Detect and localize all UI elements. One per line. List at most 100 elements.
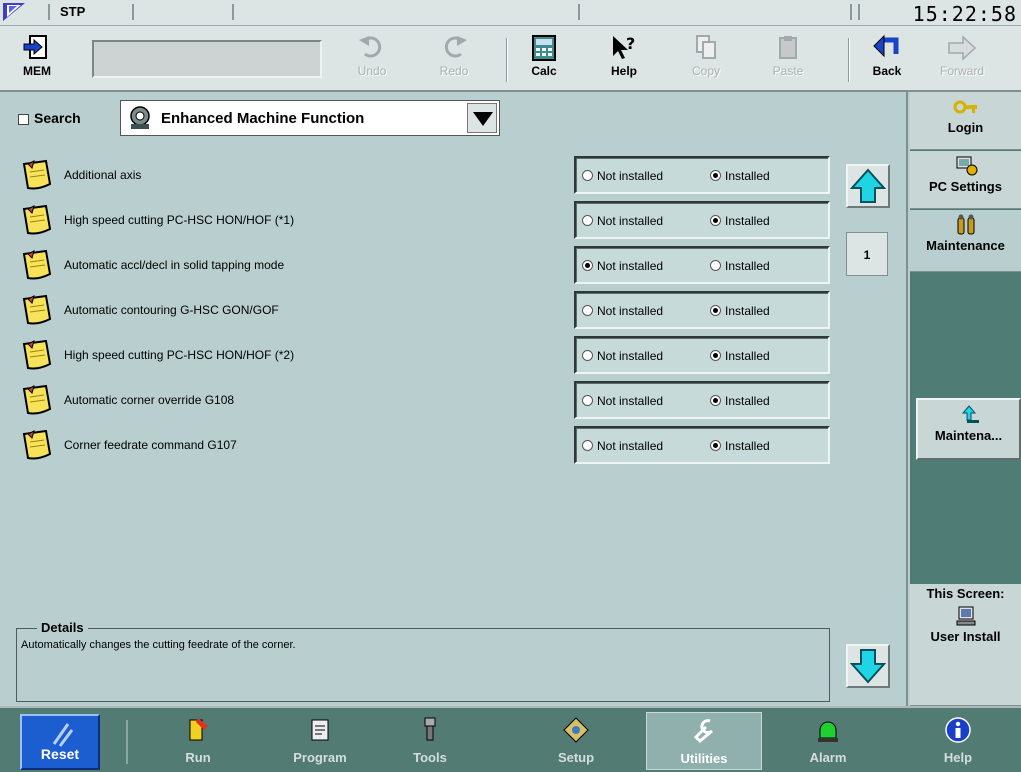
radio-not-installed-label: Not installed bbox=[597, 304, 664, 318]
nav-run[interactable]: Run bbox=[148, 712, 248, 770]
key-icon bbox=[953, 100, 977, 114]
radio-not-installed-label: Not installed bbox=[597, 394, 664, 408]
help-button[interactable]: ? Help bbox=[598, 32, 650, 88]
note-icon bbox=[22, 339, 52, 370]
command-input-field[interactable] bbox=[92, 40, 322, 78]
nav-separator bbox=[126, 720, 128, 764]
radio-not-installed[interactable]: Not installed bbox=[582, 394, 663, 408]
note-icon bbox=[22, 159, 52, 190]
install-radio-group: Not installed Installed bbox=[574, 426, 830, 464]
radio-not-installed[interactable]: Not installed bbox=[582, 439, 663, 453]
feature-name: High speed cutting PC-HSC HON/HOF (*1) bbox=[64, 213, 295, 227]
radio-icon bbox=[582, 395, 593, 406]
up-arrow-icon bbox=[849, 168, 887, 203]
login-button[interactable]: Login bbox=[910, 92, 1021, 150]
radio-installed[interactable]: Installed bbox=[710, 169, 770, 183]
radio-installed[interactable]: Installed bbox=[710, 214, 770, 228]
run-icon bbox=[189, 718, 208, 741]
radio-installed-label: Installed bbox=[725, 349, 770, 363]
radio-icon bbox=[582, 215, 593, 226]
install-radio-group: Not installed Installed bbox=[574, 156, 830, 194]
status-separator bbox=[578, 4, 580, 20]
radio-icon bbox=[710, 215, 721, 226]
page-number: 1 bbox=[846, 232, 888, 276]
forward-arrow-icon bbox=[948, 35, 977, 61]
radio-icon bbox=[710, 350, 721, 361]
radio-installed[interactable]: Installed bbox=[710, 304, 770, 318]
status-bar: STP 15:22:58 bbox=[0, 0, 1021, 26]
svg-text:?: ? bbox=[626, 34, 635, 53]
search-label: Search bbox=[34, 110, 81, 126]
radio-not-installed[interactable]: Not installed bbox=[582, 169, 663, 183]
feature-name: Automatic corner override G108 bbox=[64, 393, 235, 407]
paste-button[interactable]: Paste bbox=[762, 32, 814, 88]
bottom-navbar: Reset Run Program Tools Setup Utilities … bbox=[0, 706, 1021, 772]
nav-setup[interactable]: Setup bbox=[526, 712, 626, 770]
wrench-icon bbox=[693, 719, 714, 744]
feature-row: Automatic corner override G108 Not instal… bbox=[20, 381, 832, 421]
note-icon bbox=[22, 249, 52, 280]
scroll-up-button[interactable] bbox=[846, 164, 890, 208]
category-dropdown[interactable]: Enhanced Machine Function bbox=[120, 100, 500, 136]
nav-utilities[interactable]: Utilities bbox=[646, 712, 762, 770]
program-icon bbox=[311, 719, 329, 741]
install-radio-group: Not installed Installed bbox=[574, 201, 830, 239]
install-radio-group: Not installed Installed bbox=[574, 246, 830, 284]
radio-not-installed[interactable]: Not installed bbox=[582, 304, 663, 318]
nav-program[interactable]: Program bbox=[270, 712, 370, 770]
maintena-sub-button[interactable]: Maintena... bbox=[916, 398, 1021, 460]
install-radio-group: Not installed Installed bbox=[574, 291, 830, 329]
dropdown-selected-value: Enhanced Machine Function bbox=[161, 110, 365, 127]
radio-not-installed[interactable]: Not installed bbox=[582, 214, 663, 228]
radio-installed[interactable]: Installed bbox=[710, 349, 770, 363]
radio-not-installed-label: Not installed bbox=[597, 349, 664, 363]
this-screen-label: This Screen: bbox=[926, 586, 1005, 601]
scroll-down-button[interactable] bbox=[846, 644, 890, 688]
radio-icon bbox=[710, 170, 721, 181]
feature-row: Additional axis Not installed Installed bbox=[20, 156, 832, 196]
mem-button[interactable]: MEM bbox=[10, 32, 64, 88]
maintenance-icon bbox=[957, 214, 974, 235]
copy-button[interactable]: Copy bbox=[680, 32, 732, 88]
feature-name: Automatic accl/decl in solid tapping mod… bbox=[64, 258, 285, 272]
radio-installed-label: Installed bbox=[725, 259, 770, 273]
nav-alarm[interactable]: Alarm bbox=[778, 712, 878, 770]
note-icon bbox=[22, 294, 52, 325]
status-separator bbox=[48, 4, 50, 20]
logo-icon bbox=[3, 3, 25, 21]
toolbar-separator bbox=[506, 38, 508, 82]
nav-tools[interactable]: Tools bbox=[380, 712, 480, 770]
pc-settings-button[interactable]: PC Settings bbox=[910, 151, 1021, 209]
radio-not-installed-label: Not installed bbox=[597, 169, 664, 183]
radio-installed[interactable]: Installed bbox=[710, 439, 770, 453]
radio-installed-label: Installed bbox=[725, 169, 770, 183]
user-install-icon bbox=[956, 606, 975, 626]
status-separator bbox=[232, 4, 234, 20]
feature-name: Additional axis bbox=[64, 168, 142, 182]
radio-icon bbox=[710, 440, 721, 451]
details-title: Details bbox=[37, 620, 88, 635]
radio-not-installed[interactable]: Not installed bbox=[582, 259, 663, 273]
help-pointer-icon: ? bbox=[613, 34, 635, 59]
radio-icon bbox=[710, 395, 721, 406]
radio-not-installed[interactable]: Not installed bbox=[582, 349, 663, 363]
calc-button[interactable]: Calc bbox=[518, 32, 570, 88]
back-button[interactable]: Back bbox=[862, 32, 912, 88]
chevron-down-icon bbox=[473, 112, 493, 126]
undo-button[interactable]: Undo bbox=[346, 32, 398, 88]
radio-installed[interactable]: Installed bbox=[710, 259, 770, 273]
forward-button[interactable]: Forward bbox=[930, 32, 994, 88]
install-radio-group: Not installed Installed bbox=[574, 336, 830, 374]
dropdown-arrow-button[interactable] bbox=[467, 103, 497, 133]
maintenance-tab[interactable]: Maintenance bbox=[910, 210, 1021, 272]
toolbar-separator bbox=[848, 38, 850, 82]
search-checkbox[interactable] bbox=[18, 114, 29, 125]
redo-button[interactable]: Redo bbox=[428, 32, 480, 88]
calculator-icon bbox=[532, 35, 556, 61]
nav-help[interactable]: Help bbox=[908, 712, 1008, 770]
user-install-button[interactable]: User Install bbox=[910, 629, 1021, 644]
machine-mode: STP bbox=[60, 4, 86, 19]
radio-installed[interactable]: Installed bbox=[710, 394, 770, 408]
reset-button[interactable]: Reset bbox=[20, 714, 100, 770]
machine-function-icon bbox=[130, 106, 150, 129]
